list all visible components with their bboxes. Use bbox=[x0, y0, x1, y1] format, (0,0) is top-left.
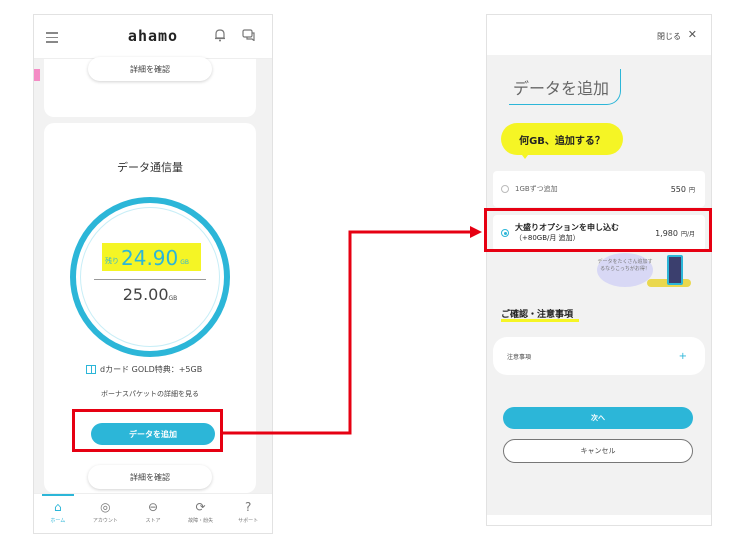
nav-label: アカウント bbox=[92, 518, 118, 524]
total-unit: GB bbox=[168, 295, 178, 302]
nav-trouble[interactable]: ⟳ 故障・紛失 bbox=[177, 494, 225, 533]
bubble-tail bbox=[519, 151, 531, 159]
remaining-unit: GB bbox=[180, 259, 190, 266]
nav-account[interactable]: ◎ アカウント bbox=[82, 494, 130, 533]
plus-icon[interactable]: + bbox=[679, 351, 687, 362]
sheet-title: データを追加 bbox=[513, 79, 610, 98]
close-icon[interactable]: ✕ bbox=[688, 28, 697, 41]
notes-accordion[interactable]: 注意事項 + bbox=[493, 337, 705, 375]
option-1gb[interactable]: 1GBずつ追加 550 円 bbox=[493, 171, 705, 207]
home-screen: ahamo 詳細を確認 データ通信量 残り 24.90 GB 25.00GB d… bbox=[33, 14, 273, 534]
bottom-nav: ⌂ ホーム ◎ アカウント ⊖ ストア ⟳ 故障・紛失 ? サポート bbox=[34, 493, 272, 533]
top-bar: ahamo bbox=[34, 15, 272, 59]
cancel-button[interactable]: キャンセル bbox=[503, 439, 693, 463]
notes-underline bbox=[501, 319, 579, 322]
next-button[interactable]: 次へ bbox=[503, 407, 693, 429]
ring-divider bbox=[94, 279, 206, 280]
close-label[interactable]: 閉じる bbox=[657, 31, 681, 42]
option-label: 1GBずつ追加 bbox=[515, 185, 558, 193]
account-icon: ◎ bbox=[100, 500, 111, 514]
bell-icon[interactable] bbox=[214, 28, 226, 42]
nav-label: サポート bbox=[238, 518, 259, 524]
chat-icon[interactable] bbox=[242, 29, 256, 41]
option-price: 550 bbox=[670, 184, 686, 194]
promo-bubble: データをたくさん追加するならこっちがお得！ bbox=[597, 253, 653, 287]
bonus-text: dカード GOLD特典：+5GB bbox=[100, 365, 203, 374]
usage-ring-inner bbox=[80, 207, 220, 347]
annotation-box-large-option bbox=[484, 208, 712, 252]
sheet-header: 閉じる ✕ bbox=[487, 15, 711, 55]
notes-label: 注意事項 bbox=[507, 353, 532, 361]
nav-store[interactable]: ⊖ ストア bbox=[129, 494, 177, 533]
sheet-footer bbox=[487, 515, 711, 525]
remaining-prefix: 残り bbox=[105, 257, 119, 265]
nav-label: ホーム bbox=[50, 518, 66, 524]
add-data-sheet: 閉じる ✕ データを追加 何GB、追加する？ 1GBずつ追加 550 円 大盛り… bbox=[486, 14, 712, 526]
home-icon: ⌂ bbox=[53, 500, 62, 514]
detail-button[interactable]: 詳細を確認 bbox=[88, 465, 212, 489]
remaining-value: 24.90 bbox=[121, 246, 179, 270]
pink-tab-marker bbox=[34, 69, 40, 81]
trouble-icon: ⟳ bbox=[195, 500, 206, 514]
total-value: 25.00 bbox=[122, 285, 169, 304]
bonus-detail-link[interactable]: ボーナスパケットの詳細を見る bbox=[44, 389, 256, 399]
promo-illustration: データをたくさん追加するならこっちがお得！ bbox=[597, 253, 691, 293]
detail-button-top[interactable]: 詳細を確認 bbox=[88, 57, 212, 81]
usage-ring: 残り 24.90 GB 25.00GB bbox=[70, 197, 230, 357]
annotation-box-add-data bbox=[72, 409, 223, 452]
bonus-line: dカード GOLD特典：+5GB bbox=[86, 364, 202, 375]
option-unit: 円 bbox=[688, 186, 695, 194]
usage-title: データ通信量 bbox=[117, 161, 183, 174]
radio-icon[interactable] bbox=[501, 185, 509, 193]
nav-label: 故障・紛失 bbox=[188, 518, 214, 524]
previous-card: 詳細を確認 bbox=[44, 57, 256, 117]
remaining-highlight: 残り 24.90 GB bbox=[102, 243, 201, 271]
ahamo-logo: ahamo bbox=[127, 27, 179, 45]
gift-icon bbox=[86, 365, 96, 374]
total-capacity: 25.00GB bbox=[76, 285, 224, 304]
store-icon: ⊖ bbox=[147, 500, 159, 514]
nav-label: ストア bbox=[145, 518, 161, 524]
phone-illustration-icon bbox=[667, 255, 683, 285]
nav-support[interactable]: ? サポート bbox=[224, 494, 272, 533]
support-icon: ? bbox=[244, 500, 252, 514]
nav-home[interactable]: ⌂ ホーム bbox=[34, 494, 82, 533]
